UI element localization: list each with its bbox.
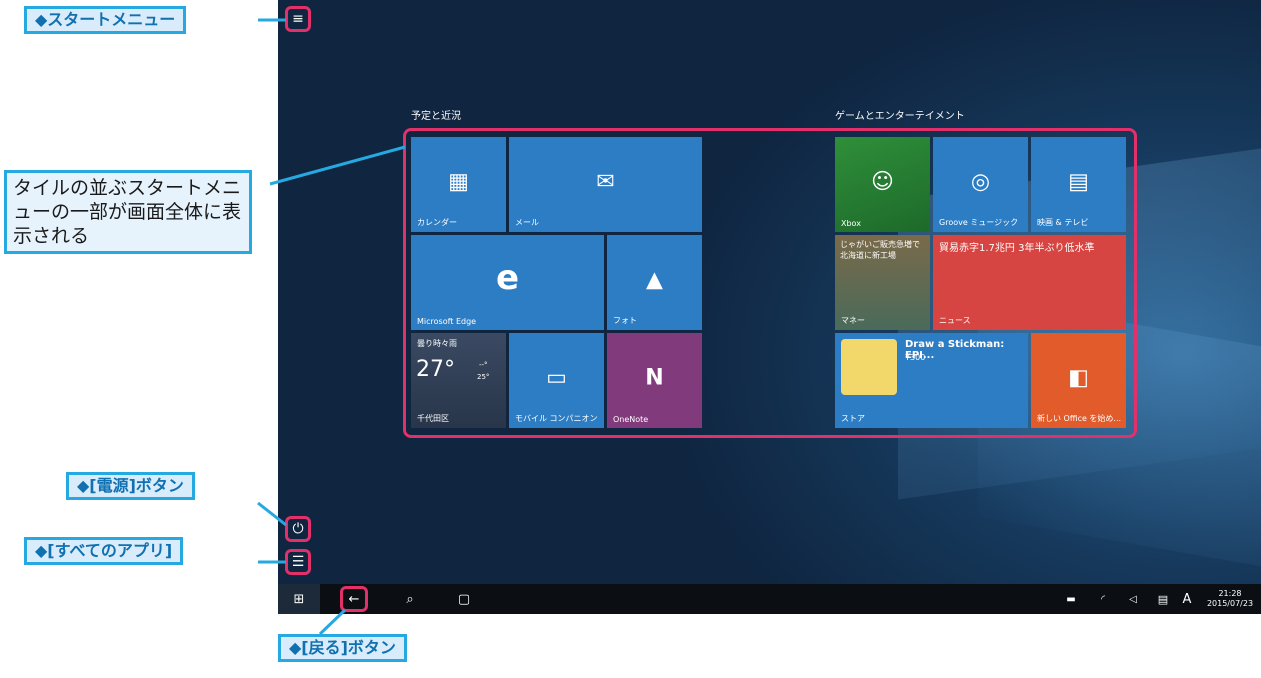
search-icon[interactable]: ⌕: [396, 584, 424, 614]
taskbar: ⊞ ← ⌕ ▢ ▬ ◜ ◁ ▤ A 21:28 2015/07/23: [278, 584, 1261, 614]
back-arrow-icon: ←: [340, 586, 368, 612]
back-button[interactable]: ←: [340, 584, 368, 614]
tablet-screen: ≡ ⏻ ☰ 予定と近況 ゲームとエンターテイメント ▦ カレンダー ✉ メール …: [278, 0, 1261, 614]
list-icon: ☰: [291, 554, 305, 570]
windows-start-icon[interactable]: ⊞: [278, 584, 320, 614]
tiles-highlight: [403, 128, 1137, 438]
group-title-entertainment: ゲームとエンターテイメント: [835, 111, 965, 122]
callout-tiles-note: タイルの並ぶスタートメニューの一部が画面全体に表示される: [4, 170, 252, 254]
power-icon: ⏻: [292, 521, 304, 537]
callout-power: ◆[電源]ボタン: [66, 472, 195, 500]
clock-time: 21:28: [1218, 589, 1242, 598]
task-view-icon[interactable]: ▢: [450, 584, 478, 614]
callout-start-menu: ◆スタートメニュー: [24, 6, 187, 34]
all-apps-button[interactable]: ☰: [285, 549, 311, 575]
volume-icon[interactable]: ◁: [1124, 584, 1142, 614]
menu-button[interactable]: ≡: [285, 6, 311, 32]
callout-all-apps: ◆[すべてのアプリ]: [24, 537, 184, 565]
power-button[interactable]: ⏻: [285, 516, 311, 542]
input-language[interactable]: A: [1178, 584, 1196, 614]
notification-icon[interactable]: ▤: [1154, 584, 1172, 614]
clock-date: 2015/07/23: [1206, 599, 1254, 608]
wifi-icon[interactable]: ◜: [1094, 584, 1112, 614]
callout-back: ◆[戻る]ボタン: [278, 634, 407, 662]
battery-icon[interactable]: ▬: [1062, 584, 1080, 614]
hamburger-icon: ≡: [292, 11, 304, 27]
group-title-schedule: 予定と近況: [411, 111, 461, 122]
clock[interactable]: 21:28 2015/07/23: [1202, 584, 1258, 614]
